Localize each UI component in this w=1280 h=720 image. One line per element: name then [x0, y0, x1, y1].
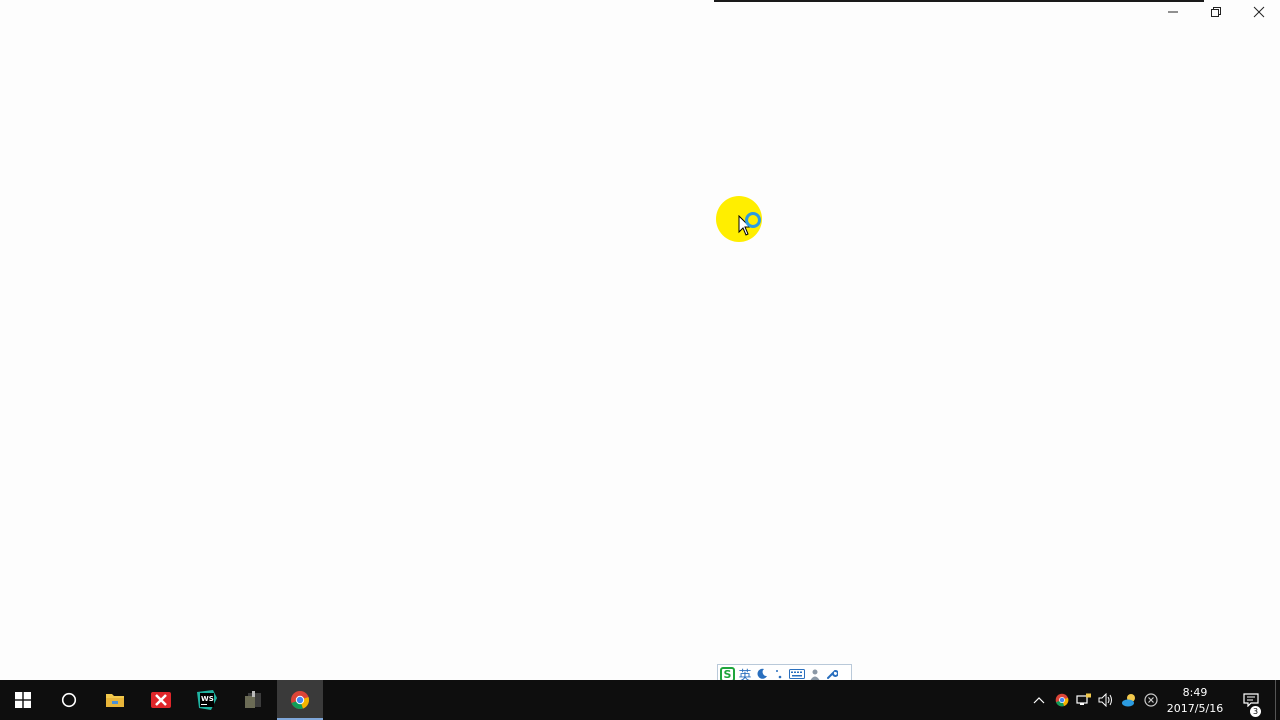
clock-time: 8:49 — [1182, 686, 1208, 699]
tray-network-button[interactable] — [1074, 680, 1094, 720]
xmind-icon — [151, 692, 171, 708]
file-explorer-icon — [106, 694, 124, 707]
weather-cloud-icon — [1122, 694, 1135, 707]
minimize-button[interactable] — [1151, 0, 1194, 24]
window-controls — [1151, 0, 1280, 24]
chrome-button[interactable] — [277, 680, 323, 720]
webstorm-icon: WS — [197, 690, 217, 710]
show-hidden-icons-button[interactable] — [1030, 680, 1048, 720]
show-desktop-button[interactable] — [1275, 680, 1280, 720]
chevron-up-icon — [1033, 697, 1045, 704]
minimize-icon — [1167, 11, 1178, 13]
desktop-screen: S 英 WS 8:49 2017/5/16 3 — [0, 0, 1280, 720]
busy-spinner-icon — [745, 212, 761, 228]
cancel-circle-icon — [1144, 693, 1158, 707]
webstorm-button[interactable]: WS — [184, 680, 230, 720]
close-button[interactable] — [1237, 0, 1280, 24]
taskbar-clock[interactable]: 8:49 2017/5/16 — [1162, 680, 1228, 720]
cortana-icon — [61, 692, 77, 708]
clock-date: 2017/5/16 — [1166, 702, 1224, 715]
xmind-button[interactable] — [138, 680, 184, 720]
chrome-icon — [291, 691, 310, 710]
notification-icon — [1243, 693, 1259, 707]
notification-count-badge: 3 — [1250, 706, 1261, 717]
windows-start-icon — [15, 692, 31, 708]
volume-icon — [1098, 693, 1112, 707]
webstorm-label: WS — [201, 695, 214, 703]
chrome-icon — [1055, 693, 1069, 707]
tray-onedrive-button[interactable] — [1118, 680, 1140, 720]
file-explorer-button[interactable] — [92, 680, 138, 720]
tray-chrome-button[interactable] — [1052, 680, 1072, 720]
cortana-button[interactable] — [46, 680, 92, 720]
start-button[interactable] — [0, 680, 46, 720]
tray-volume-button[interactable] — [1096, 680, 1116, 720]
restore-button[interactable] — [1194, 0, 1237, 24]
taskbar: WS 8:49 2017/5/16 — [0, 680, 1280, 720]
terminal-icon — [245, 691, 261, 708]
restore-icon — [1210, 7, 1221, 17]
terminal-button[interactable] — [230, 680, 276, 720]
close-icon — [1253, 6, 1264, 18]
tray-app-button[interactable] — [1141, 680, 1161, 720]
network-icon — [1076, 693, 1091, 705]
loading-bar — [714, 0, 1204, 2]
